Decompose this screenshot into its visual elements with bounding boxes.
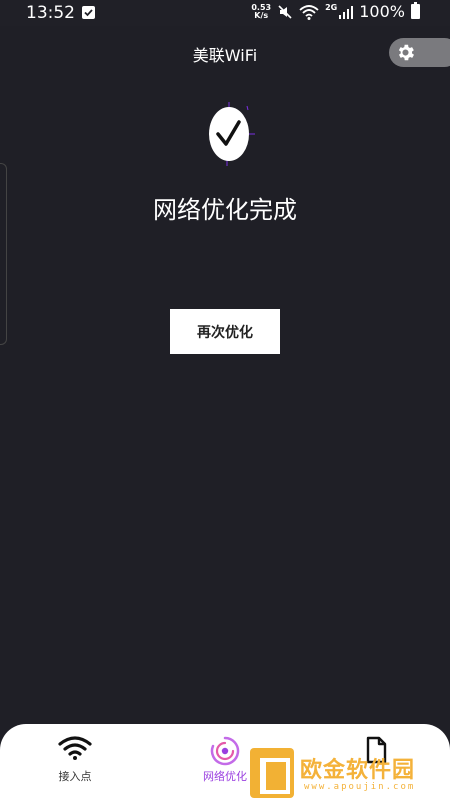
gear-icon bbox=[398, 44, 414, 61]
wifi-status-icon bbox=[299, 4, 319, 20]
watermark: 欧金软件园 www.apoujin.com bbox=[250, 748, 450, 800]
optimization-status-message: 网络优化完成 bbox=[153, 196, 297, 224]
network-speed: 0.53 K/s bbox=[251, 2, 272, 20]
watermark-text: 欧金软件园 bbox=[300, 758, 416, 783]
battery-percent: 100% bbox=[359, 2, 405, 21]
status-indicators: 0.53 K/s 2G 100% bbox=[251, 2, 420, 21]
nav-item-access-point[interactable]: 接入点 bbox=[25, 724, 125, 800]
settings-button[interactable] bbox=[389, 38, 450, 67]
optimize-icon bbox=[210, 736, 240, 766]
status-bar: 13:52 0.53 K/s 2G 100% bbox=[0, 0, 450, 26]
notification-check-icon bbox=[82, 6, 95, 19]
watermark-logo-icon bbox=[250, 748, 294, 798]
nav-label: 接入点 bbox=[58, 770, 92, 783]
status-time: 13:52 bbox=[26, 3, 75, 23]
wifi-icon bbox=[58, 736, 92, 760]
network-type: 2G bbox=[325, 3, 338, 12]
reoptimize-button[interactable]: 再次优化 bbox=[170, 309, 280, 354]
app-title: 美联WiFi bbox=[192, 46, 258, 65]
battery-icon bbox=[411, 2, 420, 19]
mute-icon bbox=[278, 4, 292, 19]
success-check-icon bbox=[209, 102, 255, 166]
signal-icon bbox=[339, 5, 354, 19]
watermark-url: www.apoujin.com bbox=[304, 782, 416, 792]
